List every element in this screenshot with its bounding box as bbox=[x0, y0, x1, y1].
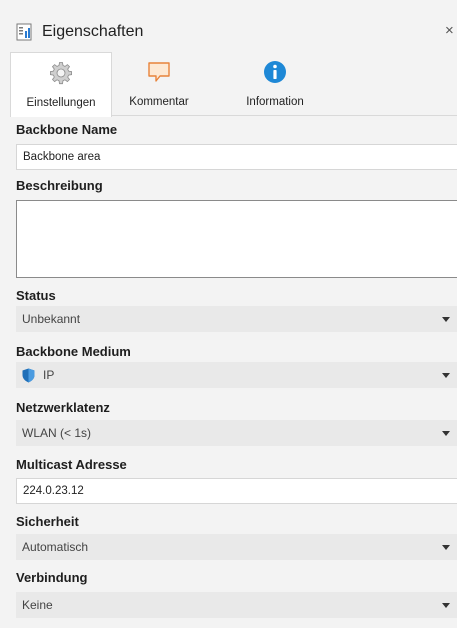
tab-bar: Einstellungen Kommentar Information bbox=[10, 52, 457, 117]
sicherheit-value: Automatisch bbox=[22, 540, 89, 554]
tab-label: Information bbox=[246, 96, 304, 108]
properties-panel: Eigenschaften × Einstellungen Kommentar bbox=[0, 0, 457, 628]
status-label: Status bbox=[16, 288, 56, 303]
netzwerklatenz-dropdown[interactable]: WLAN (< 1s) bbox=[16, 420, 457, 446]
gear-icon bbox=[50, 62, 72, 85]
close-icon[interactable]: × bbox=[445, 22, 457, 39]
tab-kommentar[interactable]: Kommentar bbox=[116, 52, 202, 116]
panel-title: Eigenschaften bbox=[42, 23, 144, 40]
backbone-medium-label: Backbone Medium bbox=[16, 344, 131, 359]
verbindung-value: Keine bbox=[22, 598, 53, 612]
shield-icon bbox=[22, 368, 35, 382]
backbone-medium-dropdown[interactable]: IP bbox=[16, 362, 457, 388]
beschreibung-textarea[interactable] bbox=[16, 200, 457, 278]
chevron-down-icon bbox=[442, 545, 450, 550]
multicast-adresse-input[interactable]: 224.0.23.12 bbox=[16, 478, 457, 504]
beschreibung-label: Beschreibung bbox=[16, 178, 103, 193]
backbone-medium-value: IP bbox=[43, 368, 55, 382]
multicast-adresse-label: Multicast Adresse bbox=[16, 457, 127, 472]
netzwerklatenz-value: WLAN (< 1s) bbox=[22, 426, 92, 440]
backbone-name-input[interactable]: Backbone area bbox=[16, 144, 457, 170]
chevron-down-icon bbox=[442, 317, 450, 322]
panel-header: Eigenschaften × bbox=[10, 12, 457, 52]
sicherheit-dropdown[interactable]: Automatisch bbox=[16, 534, 457, 560]
tab-einstellungen[interactable]: Einstellungen bbox=[10, 52, 112, 117]
chevron-down-icon bbox=[442, 603, 450, 608]
chevron-down-icon bbox=[442, 373, 450, 378]
tab-label: Einstellungen bbox=[26, 97, 96, 109]
info-icon bbox=[264, 61, 286, 83]
status-value: Unbekannt bbox=[22, 312, 81, 326]
comment-icon bbox=[148, 62, 170, 82]
verbindung-label: Verbindung bbox=[16, 570, 88, 585]
verbindung-dropdown[interactable]: Keine bbox=[16, 592, 457, 618]
properties-icon bbox=[16, 23, 32, 41]
sicherheit-label: Sicherheit bbox=[16, 514, 79, 529]
tab-label: Kommentar bbox=[129, 96, 189, 108]
chevron-down-icon bbox=[442, 431, 450, 436]
netzwerklatenz-label: Netzwerklatenz bbox=[16, 400, 110, 415]
backbone-name-label: Backbone Name bbox=[16, 122, 118, 137]
status-dropdown[interactable]: Unbekannt bbox=[16, 306, 457, 332]
tab-information[interactable]: Information bbox=[232, 52, 318, 116]
